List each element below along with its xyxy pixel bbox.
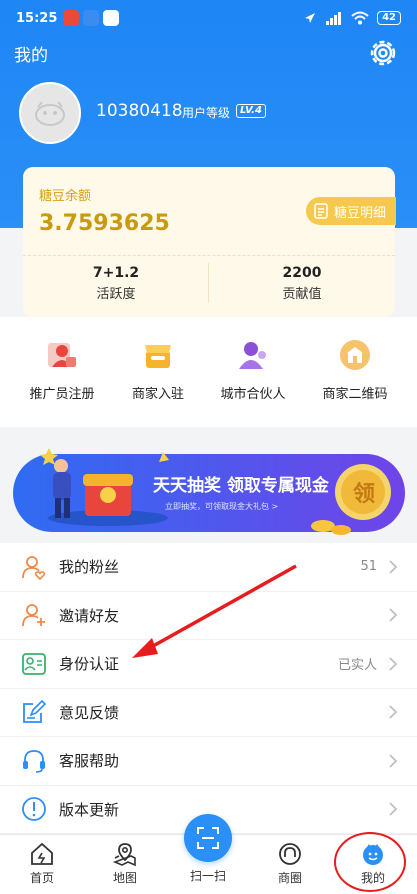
menu-item-invite[interactable]: 邀请好友	[0, 592, 417, 640]
update-icon	[22, 797, 46, 822]
quick-action-partner[interactable]: 城市合伙人	[201, 339, 305, 402]
menu-item-id-verification[interactable]: 身份认证 已实人	[0, 640, 417, 689]
verification-status: 已实人	[337, 658, 377, 674]
tab-home[interactable]: 首页	[7, 841, 77, 886]
balance-label: 糖豆余额	[39, 189, 92, 204]
quick-action-label: 推广员注册	[29, 387, 95, 402]
map-icon	[112, 843, 136, 867]
balance-value: 3.7593625	[39, 211, 170, 236]
circle-icon	[279, 843, 301, 865]
menu-item-label: 客服帮助	[59, 752, 120, 771]
partner-icon	[239, 342, 266, 369]
id-verify-icon	[22, 652, 46, 675]
balance-detail-button[interactable]: 糖豆明细	[305, 197, 396, 225]
scan-button[interactable]	[184, 814, 232, 862]
default-avatar-icon	[35, 101, 65, 126]
status-bar: 15:25 42	[0, 0, 417, 36]
chevron-right-icon	[389, 608, 398, 622]
menu-item-feedback[interactable]: 意见反馈	[0, 689, 417, 737]
activity-stat[interactable]: 7+1.2 活跃度	[23, 265, 209, 302]
quick-actions: 推广员注册 商家入驻 城市合伙人 商家二维码	[0, 317, 417, 427]
home-icon	[31, 842, 53, 865]
fans-count: 51	[360, 559, 377, 575]
tab-label: 首页	[29, 871, 54, 885]
chevron-right-icon	[389, 657, 398, 671]
quick-action-qrcode[interactable]: 商家二维码	[303, 339, 407, 402]
menu-item-fans[interactable]: 我的粉丝 51	[0, 543, 417, 592]
status-time: 15:25	[16, 10, 58, 26]
balance-detail-label: 糖豆明细	[333, 205, 386, 221]
annotation-circle	[334, 832, 406, 892]
shop-icon	[145, 345, 171, 368]
user-id: 10380418	[96, 101, 183, 121]
menu-item-label: 邀请好友	[59, 606, 120, 625]
banner-title: 天天抽奖 领取专属现金	[153, 475, 330, 496]
banner-badge: 领	[353, 481, 375, 507]
tab-business-circle[interactable]: 商圈	[255, 841, 325, 886]
headset-icon	[23, 749, 45, 773]
activity-value: 7+1.2	[92, 265, 140, 281]
tab-map[interactable]: 地图	[90, 841, 160, 886]
menu-item-label: 版本更新	[59, 800, 120, 819]
quick-action-label: 城市合伙人	[220, 387, 286, 402]
quick-action-shop[interactable]: 商家入驻	[106, 339, 210, 402]
card-divider	[23, 255, 395, 256]
contribution-value: 2200	[282, 265, 322, 281]
battery-indicator: 42	[377, 11, 401, 25]
menu-item-label: 身份认证	[59, 655, 120, 674]
wifi-icon	[351, 11, 369, 25]
scan-label: 扫一扫	[189, 869, 226, 883]
level-badge: LV.4	[236, 104, 266, 118]
quick-action-label: 商家二维码	[322, 387, 388, 402]
menu-item-label: 意见反馈	[59, 703, 120, 722]
notification-app-icon	[83, 10, 100, 26]
contribution-label: 贡献值	[282, 287, 322, 302]
quick-action-label: 商家入驻	[131, 387, 184, 402]
chevron-right-icon	[389, 802, 398, 816]
chevron-right-icon	[389, 560, 398, 574]
menu-list: 我的粉丝 51 邀请好友 身份认证 已实人 意见反馈 客服帮助 版本更新	[0, 543, 417, 834]
promoter-icon	[48, 343, 76, 367]
user-level-label: 用户等级	[182, 106, 231, 120]
page-title: 我的	[14, 46, 48, 66]
invite-icon	[22, 604, 45, 627]
activity-label: 活跃度	[96, 287, 136, 302]
quick-action-promoter[interactable]: 推广员注册	[10, 339, 114, 402]
avatar[interactable]	[19, 82, 81, 144]
banner-subtitle: 立即抽奖，可领取现金大礼包 >	[165, 501, 278, 511]
menu-item-customer-service[interactable]: 客服帮助	[0, 737, 417, 786]
document-icon	[314, 203, 328, 219]
chevron-right-icon	[389, 705, 398, 719]
location-icon	[305, 13, 316, 23]
contribution-stat[interactable]: 2200 贡献值	[209, 265, 395, 302]
signal-icon	[326, 12, 342, 25]
qrcode-shop-icon	[340, 340, 370, 370]
notification-app-icon	[103, 10, 120, 26]
balance-card: 糖豆余额 3.7593625 糖豆明细 7+1.2 活跃度 2200 贡献值	[23, 167, 396, 317]
menu-item-label: 我的粉丝	[59, 558, 120, 577]
lottery-banner[interactable]: 天天抽奖 领取专属现金 立即抽奖，可领取现金大礼包 > 领	[13, 440, 405, 540]
feedback-icon	[23, 700, 47, 724]
tab-label: 地图	[112, 871, 137, 885]
settings-gear-icon[interactable]	[367, 37, 399, 69]
notification-app-icon	[63, 10, 80, 26]
tab-label: 商圈	[277, 871, 302, 885]
chevron-right-icon	[389, 754, 398, 768]
scan-icon	[197, 827, 219, 849]
fans-icon	[22, 555, 46, 580]
